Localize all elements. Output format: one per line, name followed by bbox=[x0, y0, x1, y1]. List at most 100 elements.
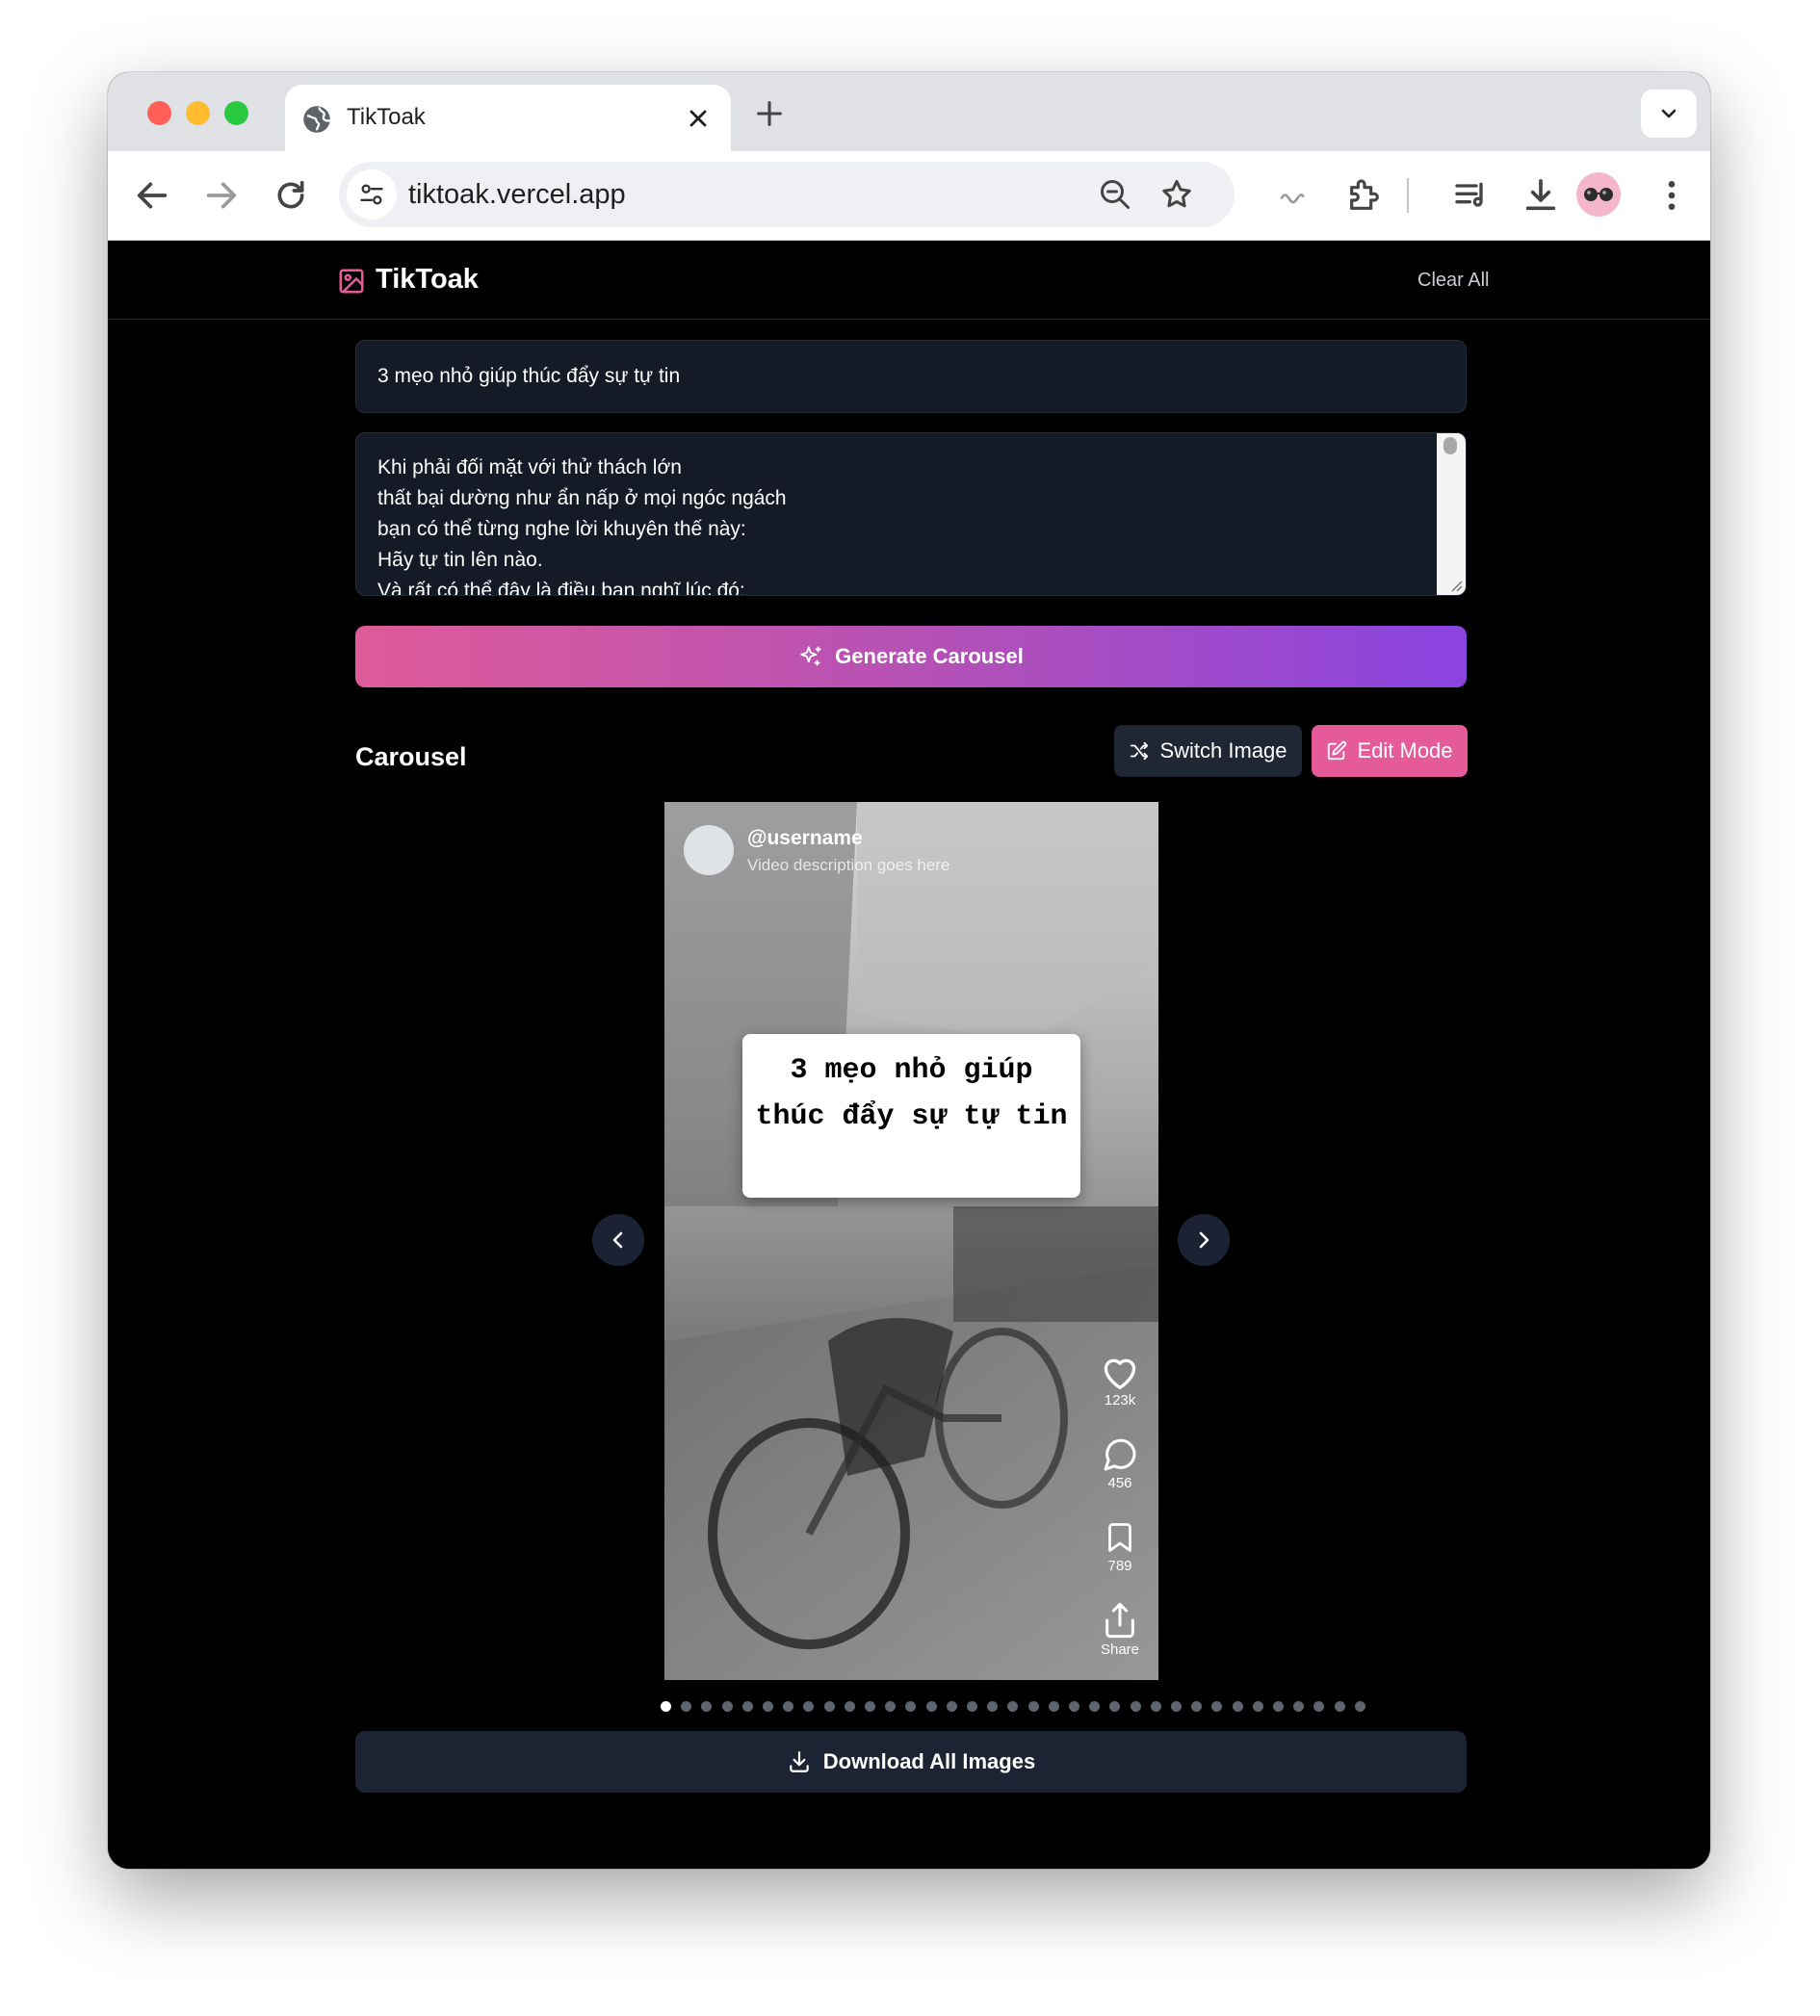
slide-dot[interactable] bbox=[946, 1701, 957, 1712]
heart-icon bbox=[1104, 1358, 1136, 1389]
share-icon bbox=[1105, 1602, 1134, 1639]
shuffle-icon bbox=[1131, 741, 1149, 761]
slide-dot[interactable] bbox=[1252, 1701, 1263, 1712]
slide-dot[interactable] bbox=[1007, 1701, 1019, 1712]
slide-dot[interactable] bbox=[844, 1701, 855, 1712]
slide-dot[interactable] bbox=[661, 1701, 671, 1712]
slide-dot[interactable] bbox=[865, 1701, 875, 1712]
generate-carousel-button[interactable]: Generate Carousel bbox=[355, 626, 1467, 687]
star-icon[interactable] bbox=[1159, 177, 1194, 212]
url-text[interactable]: tiktoak.vercel.app bbox=[408, 179, 626, 211]
textarea-scrollbar[interactable] bbox=[1437, 433, 1466, 595]
performance-icon[interactable] bbox=[1273, 176, 1312, 215]
slide-dot[interactable] bbox=[741, 1701, 753, 1712]
resize-grip-icon[interactable] bbox=[1446, 576, 1464, 593]
slide-dot[interactable] bbox=[783, 1701, 794, 1712]
generate-label: Generate Carousel bbox=[835, 644, 1024, 668]
slide-dot[interactable] bbox=[1027, 1701, 1039, 1712]
download-all-button[interactable]: Download All Images bbox=[355, 1731, 1467, 1793]
download-icon bbox=[790, 1751, 809, 1772]
bookmark-icon bbox=[1108, 1523, 1131, 1552]
forward-icon[interactable] bbox=[202, 176, 241, 215]
slide-description: Video description goes here bbox=[747, 856, 950, 874]
chevron-left-icon bbox=[612, 1231, 623, 1249]
slide-dot[interactable] bbox=[1171, 1701, 1182, 1712]
switch-image-label: Switch Image bbox=[1159, 738, 1287, 762]
switch-image-button[interactable]: Switch Image bbox=[1114, 725, 1302, 777]
edit-icon bbox=[1328, 740, 1347, 761]
slide-dot[interactable] bbox=[905, 1701, 917, 1712]
image-icon bbox=[339, 269, 364, 294]
brand-name[interactable]: TikToak bbox=[376, 264, 479, 296]
app-header: TikToak Clear All bbox=[108, 241, 1710, 320]
page-content: TikToak Clear All 3 mẹo nhỏ giúp thúc đẩ… bbox=[108, 241, 1710, 1869]
close-icon[interactable] bbox=[685, 105, 712, 132]
tab-search-button[interactable] bbox=[1641, 90, 1697, 138]
clear-all-button[interactable]: Clear All bbox=[1417, 270, 1489, 292]
slide-photo bbox=[664, 802, 1158, 1680]
extension-icon[interactable] bbox=[1345, 176, 1384, 215]
tab-strip: TikToak bbox=[108, 72, 1710, 151]
sparkles-icon bbox=[800, 646, 821, 666]
slide-dot[interactable] bbox=[1109, 1701, 1121, 1712]
caption-box[interactable]: 3 mẹo nhỏ giúp thúc đẩy sự tự tin bbox=[742, 1034, 1080, 1198]
scrollbar-thumb[interactable] bbox=[1443, 437, 1457, 454]
like-count: 123k bbox=[1104, 1392, 1136, 1409]
comment-count: 456 bbox=[1107, 1475, 1132, 1491]
slide-dot[interactable] bbox=[925, 1701, 937, 1712]
slide-dot[interactable] bbox=[1069, 1701, 1079, 1712]
slide-dot[interactable] bbox=[763, 1701, 773, 1712]
minimize-window-button[interactable] bbox=[186, 101, 210, 125]
carousel-slide: @username Video description goes here 3 … bbox=[664, 802, 1158, 1680]
next-slide-button[interactable] bbox=[1178, 1214, 1230, 1266]
slide-dot[interactable] bbox=[1334, 1701, 1345, 1712]
slide-dot[interactable] bbox=[1191, 1701, 1203, 1712]
slide-dot[interactable] bbox=[1130, 1701, 1141, 1712]
slide-dot[interactable] bbox=[1293, 1701, 1305, 1712]
reload-icon[interactable] bbox=[272, 176, 310, 215]
title-input[interactable]: 3 mẹo nhỏ giúp thúc đẩy sự tự tin bbox=[355, 340, 1467, 413]
reading-list-icon[interactable] bbox=[1452, 176, 1491, 215]
site-settings-button[interactable] bbox=[347, 169, 397, 220]
profile-avatar[interactable] bbox=[1576, 172, 1621, 217]
slide-dot[interactable] bbox=[885, 1701, 897, 1712]
content-textarea[interactable]: Khi phải đối mặt với thử thách lớn thất … bbox=[355, 432, 1467, 596]
zoom-out-icon[interactable] bbox=[1098, 177, 1132, 212]
maximize-window-button[interactable] bbox=[224, 101, 248, 125]
caption-text: 3 mẹo nhỏ giúp thúc đẩy sự tự tin bbox=[755, 1054, 1068, 1133]
slide-dot[interactable] bbox=[823, 1701, 835, 1712]
edit-mode-button[interactable]: Edit Mode bbox=[1312, 725, 1468, 777]
slide-dot[interactable] bbox=[681, 1701, 692, 1712]
slide-dot[interactable] bbox=[721, 1701, 733, 1712]
slide-dot[interactable] bbox=[1089, 1701, 1101, 1712]
slide-dot[interactable] bbox=[803, 1701, 815, 1712]
share-action[interactable]: Share bbox=[1093, 1600, 1147, 1658]
slide-dot[interactable] bbox=[1313, 1701, 1325, 1712]
slide-dot[interactable] bbox=[1354, 1701, 1365, 1712]
chevron-down-icon bbox=[1661, 109, 1677, 118]
save-action[interactable]: 789 bbox=[1093, 1518, 1147, 1574]
address-bar[interactable]: tiktoak.vercel.app bbox=[339, 162, 1235, 227]
slide-dot[interactable] bbox=[701, 1701, 713, 1712]
like-action[interactable]: 123k bbox=[1093, 1353, 1147, 1409]
comment-action[interactable]: 456 bbox=[1093, 1435, 1147, 1491]
slide-dot[interactable] bbox=[967, 1701, 977, 1712]
slide-dot[interactable] bbox=[1273, 1701, 1284, 1712]
previous-slide-button[interactable] bbox=[592, 1214, 644, 1266]
slide-dot[interactable] bbox=[1211, 1701, 1223, 1712]
plus-icon[interactable] bbox=[753, 97, 786, 130]
slide-dot[interactable] bbox=[987, 1701, 999, 1712]
tab-tiktoak[interactable]: TikToak bbox=[285, 85, 731, 151]
more-icon[interactable] bbox=[1652, 176, 1691, 215]
download-icon[interactable] bbox=[1521, 176, 1560, 215]
slide-dot[interactable] bbox=[1150, 1701, 1161, 1712]
tab-title: TikToak bbox=[347, 104, 426, 130]
toolbar-divider bbox=[1407, 178, 1409, 213]
back-icon[interactable] bbox=[133, 176, 171, 215]
slide-indicator bbox=[661, 1701, 1365, 1715]
slide-dot[interactable] bbox=[1232, 1701, 1243, 1712]
chevron-right-icon bbox=[1199, 1231, 1209, 1249]
slide-dot[interactable] bbox=[1048, 1701, 1059, 1712]
close-window-button[interactable] bbox=[147, 101, 171, 125]
share-label: Share bbox=[1100, 1641, 1140, 1658]
